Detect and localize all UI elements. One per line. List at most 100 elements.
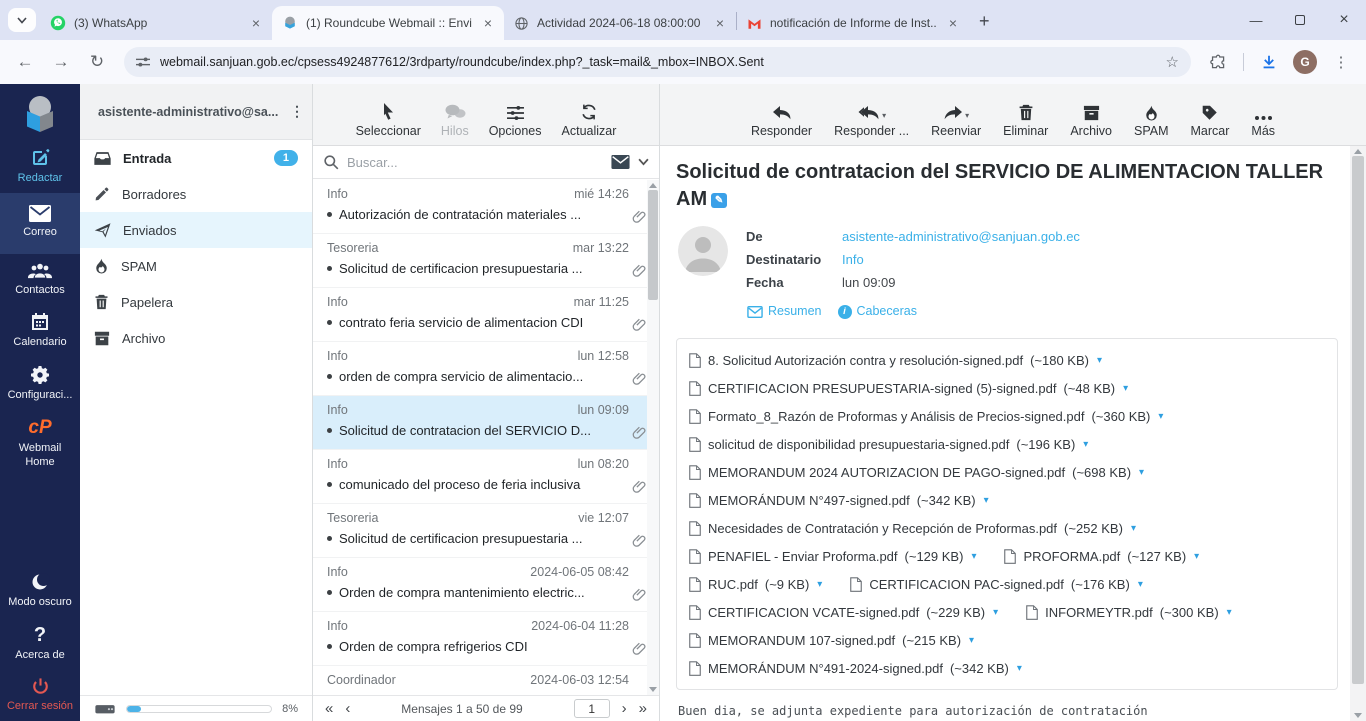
tab-roundcube[interactable]: (1) Roundcube Webmail :: Envia × — [272, 6, 504, 40]
message-row[interactable]: Tesoreriavie 12:07 Solicitud de certific… — [313, 504, 659, 558]
tab-gmail[interactable]: notificación de Informe de Inst... × — [737, 6, 969, 40]
sidebar-item-configuracion[interactable]: Configuraci... — [0, 357, 80, 410]
message-row[interactable]: Infomié 14:26 Autorización de contrataci… — [313, 180, 659, 234]
page-number-input[interactable]: 1 — [574, 699, 610, 718]
tab-search-button[interactable] — [8, 8, 36, 32]
headers-link[interactable]: i Cabeceras — [838, 301, 917, 323]
chevron-down-icon[interactable]: ▾ — [1123, 383, 1128, 394]
close-icon[interactable]: × — [248, 15, 264, 31]
sidebar-item-cerrar-sesion[interactable]: Cerrar sesión — [0, 669, 80, 721]
chevron-down-icon[interactable]: ▾ — [1097, 355, 1102, 366]
from-address-link[interactable]: asistente-administrativo@sanjuan.gob.ec — [842, 226, 1080, 249]
spam-button[interactable]: SPAM — [1134, 101, 1169, 138]
attachment[interactable]: Necesidades de Contratación y Recepción … — [689, 521, 1136, 536]
maximize-button[interactable] — [1278, 0, 1322, 40]
reply-button[interactable]: Responder — [751, 101, 812, 138]
message-row-selected[interactable]: Infolun 09:09 Solicitud de contratacion … — [313, 396, 659, 450]
chevron-down-icon[interactable]: ▾ — [1138, 579, 1143, 590]
forward-button[interactable]: → — [46, 47, 76, 77]
reload-button[interactable]: ↻ — [82, 47, 112, 77]
attachment[interactable]: CERTIFICACION PRESUPUESTARIA-signed (5)-… — [689, 381, 1128, 396]
next-page-button[interactable]: › — [622, 701, 627, 716]
attachment[interactable]: MEMORANDUM 2024 AUTORIZACION DE PAGO-sig… — [689, 465, 1144, 480]
profile-button[interactable]: G — [1290, 47, 1320, 77]
edit-subject-icon[interactable]: ✎ — [711, 193, 727, 208]
folder-archivo[interactable]: Archivo — [80, 320, 312, 356]
folder-papelera[interactable]: Papelera — [80, 284, 312, 320]
threads-button[interactable]: Hilos — [441, 101, 469, 138]
chevron-down-icon[interactable]: ▾ — [817, 579, 822, 590]
scrollbar-thumb[interactable] — [1352, 156, 1364, 684]
download-button[interactable] — [1254, 47, 1284, 77]
sidebar-item-webmail-home[interactable]: cP Webmail Home — [0, 410, 80, 477]
back-button[interactable]: ← — [10, 47, 40, 77]
account-menu-button[interactable]: ⋮ — [290, 103, 304, 120]
folder-entrada[interactable]: Entrada 1 — [80, 140, 312, 176]
chevron-down-icon[interactable]: ▾ — [1131, 523, 1136, 534]
prev-page-button[interactable]: ‹ — [345, 701, 350, 716]
chevron-down-icon[interactable]: ▾ — [971, 551, 976, 562]
folder-enviados[interactable]: Enviados — [80, 212, 312, 248]
message-row[interactable]: Infolun 12:58 orden de compra servicio d… — [313, 342, 659, 396]
attachment[interactable]: MEMORÁNDUM N°497-signed.pdf(~342 KB)▾ — [689, 493, 989, 508]
attachment[interactable]: 8. Solicitud Autorización contra y resol… — [689, 353, 1102, 368]
folder-spam[interactable]: SPAM — [80, 248, 312, 284]
close-icon[interactable]: × — [480, 15, 496, 31]
more-button[interactable]: Más — [1251, 101, 1275, 138]
message-row[interactable]: Info2024-06-05 08:42 Orden de compra man… — [313, 558, 659, 612]
reply-all-button[interactable]: ▾ Responder ... — [834, 101, 909, 138]
message-list-scrollbar[interactable] — [647, 180, 659, 695]
select-button[interactable]: Seleccionar — [356, 101, 421, 138]
sidebar-item-correo[interactable]: Correo — [0, 193, 80, 254]
bookmark-star-icon[interactable]: ☆ — [1166, 53, 1179, 71]
mark-button[interactable]: Marcar — [1191, 101, 1230, 138]
scroll-down-icon[interactable] — [649, 687, 657, 692]
scroll-up-icon[interactable] — [1354, 149, 1362, 154]
attachment[interactable]: PENAFIEL - Enviar Proforma.pdf(~129 KB)▾ — [689, 549, 976, 564]
attachment[interactable]: solicitud de disponibilidad presupuestar… — [689, 437, 1088, 452]
sidebar-item-redactar[interactable]: Redactar — [0, 140, 80, 193]
scroll-down-icon[interactable] — [1354, 713, 1362, 718]
chevron-down-icon[interactable]: ▾ — [1139, 467, 1144, 478]
chevron-down-icon[interactable]: ▾ — [984, 495, 989, 506]
chevron-down-icon[interactable]: ▾ — [1227, 607, 1232, 618]
chevron-down-icon[interactable]: ▾ — [965, 111, 969, 120]
message-row[interactable]: Coordinador2024-06-03 12:54 — [313, 666, 659, 695]
sidebar-item-acerca-de[interactable]: ? Acerca de — [0, 617, 80, 670]
chevron-down-icon[interactable]: ▾ — [993, 607, 998, 618]
chevron-down-icon[interactable]: ▾ — [882, 111, 886, 120]
folder-borradores[interactable]: Borradores — [80, 176, 312, 212]
attachment[interactable]: Formato_8_Razón de Proformas y Análisis … — [689, 409, 1163, 424]
extensions-button[interactable] — [1203, 47, 1233, 77]
close-icon[interactable]: × — [712, 15, 728, 31]
options-button[interactable]: Opciones — [489, 101, 542, 138]
scrollbar-thumb[interactable] — [648, 190, 658, 300]
chevron-down-icon[interactable]: ▾ — [1017, 663, 1022, 674]
chevron-down-icon[interactable]: ▾ — [1194, 551, 1199, 562]
refresh-button[interactable]: Actualizar — [562, 101, 617, 138]
new-tab-button[interactable]: + — [979, 11, 990, 32]
minimize-button[interactable]: — — [1234, 0, 1278, 40]
browser-menu-button[interactable]: ⋮ — [1326, 47, 1356, 77]
summary-link[interactable]: Resumen — [747, 301, 822, 323]
delete-button[interactable]: Eliminar — [1003, 101, 1048, 138]
attachment[interactable]: MEMORÁNDUM N°491-2024-signed.pdf(~342 KB… — [689, 661, 1022, 676]
attachment[interactable]: CERTIFICACION VCATE-signed.pdf(~229 KB)▾ — [689, 605, 998, 620]
message-row[interactable]: Infolun 08:20 comunicado del proceso de … — [313, 450, 659, 504]
tab-actividad[interactable]: Actividad 2024-06-18 08:00:00 × — [504, 6, 736, 40]
sidebar-item-calendario[interactable]: Calendario — [0, 304, 80, 357]
attachment[interactable]: RUC.pdf(~9 KB)▾ — [689, 577, 822, 592]
chevron-down-icon[interactable]: ▾ — [1158, 411, 1163, 422]
message-row[interactable]: Info2024-06-04 11:28 Orden de compra ref… — [313, 612, 659, 666]
first-page-button[interactable]: « — [325, 701, 333, 716]
close-window-button[interactable]: × — [1322, 0, 1366, 40]
attachment[interactable]: INFORMEYTR.pdf(~300 KB)▾ — [1026, 605, 1232, 620]
to-address-link[interactable]: Info — [842, 249, 864, 272]
search-input[interactable] — [347, 155, 603, 170]
address-bar[interactable]: webmail.sanjuan.gob.ec/cpsess4924877612/… — [124, 47, 1191, 77]
message-row[interactable]: Tesoreriamar 13:22 Solicitud de certific… — [313, 234, 659, 288]
chevron-down-icon[interactable] — [638, 158, 649, 166]
scroll-up-icon[interactable] — [649, 183, 657, 188]
chevron-down-icon[interactable]: ▾ — [969, 635, 974, 646]
sidebar-item-contactos[interactable]: Contactos — [0, 254, 80, 305]
